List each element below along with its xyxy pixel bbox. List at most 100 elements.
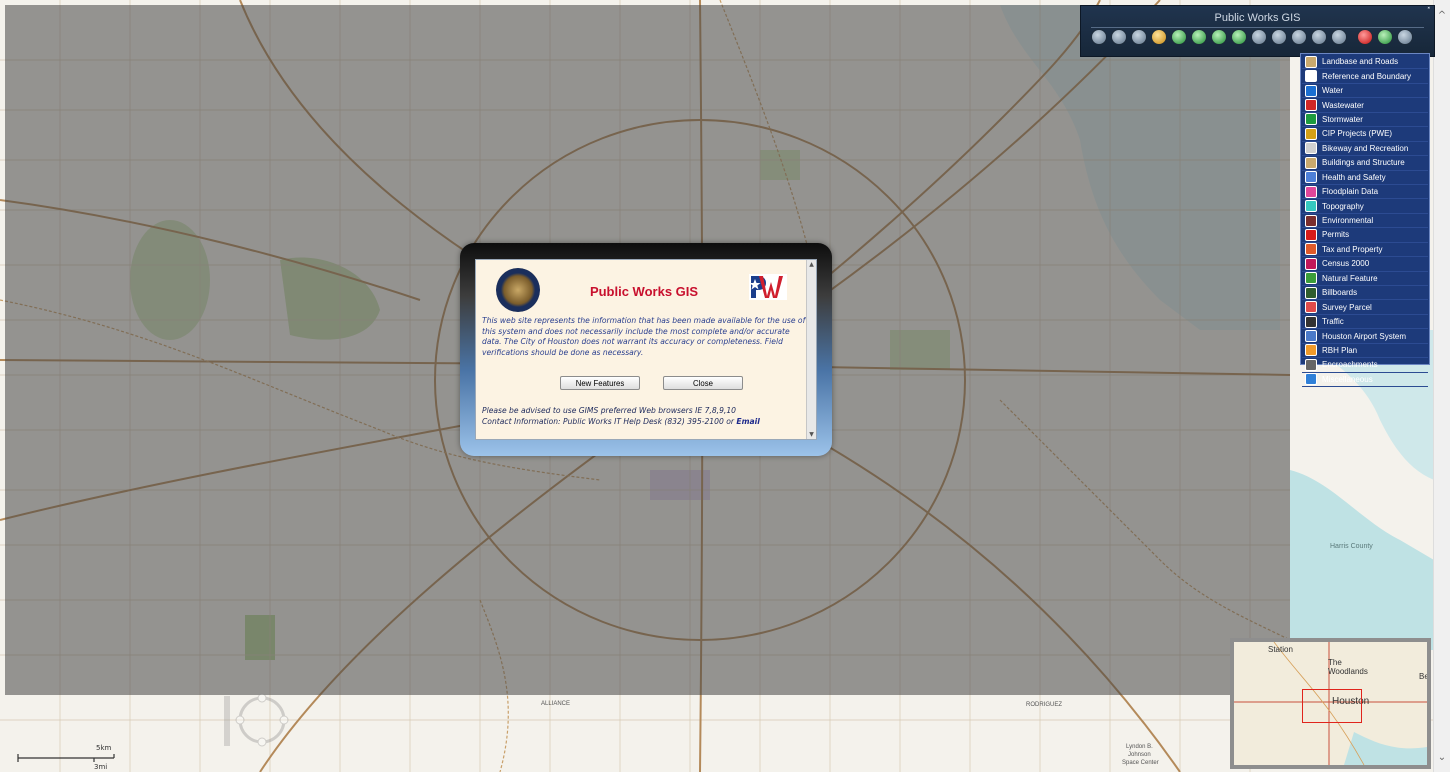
- layer-item[interactable]: Permits: [1302, 228, 1428, 243]
- map-label-alliance: ALLIANCE: [541, 701, 570, 707]
- identify-icon[interactable]: [1271, 29, 1287, 45]
- contact-text: Contact Information: Public Works IT Hel…: [482, 416, 737, 426]
- browser-note: Please be advised to use GIMS preferred …: [482, 406, 808, 427]
- layer-list: Landbase and Roads Reference and Boundary…: [1300, 53, 1430, 388]
- layer-item[interactable]: Tax and Property: [1302, 243, 1428, 258]
- layer-item[interactable]: Natural Feature: [1302, 272, 1428, 286]
- public-works-logo-icon: [749, 274, 787, 300]
- scale-km-label: 5km: [96, 744, 112, 752]
- layer-item[interactable]: Buildings and Structure: [1302, 156, 1428, 171]
- layer-label: Stormwater: [1322, 114, 1363, 124]
- water-drop-icon: [1305, 84, 1317, 97]
- globe-icon[interactable]: [1171, 29, 1187, 45]
- layer-label: Environmental: [1322, 216, 1374, 226]
- dialog-title: Public Works GIS: [589, 284, 699, 299]
- scale-mi-label: 3mi: [94, 763, 108, 771]
- layers-icon[interactable]: [1357, 29, 1373, 45]
- print-icon[interactable]: [1251, 29, 1267, 45]
- layer-label: Tax and Property: [1322, 244, 1383, 254]
- scroll-up-icon[interactable]: ^: [1434, 8, 1450, 24]
- stormwater-drop-icon: [1305, 113, 1317, 126]
- layer-item[interactable]: Miscellaneous: [1302, 373, 1428, 388]
- layer-item[interactable]: Wastewater: [1302, 98, 1428, 113]
- disclaimer-text: This web site represents the information…: [482, 316, 806, 357]
- email-link[interactable]: Email: [736, 417, 759, 426]
- help-icon[interactable]: [1397, 29, 1413, 45]
- layer-item[interactable]: CIP Projects (PWE): [1302, 127, 1428, 142]
- select-icon[interactable]: [1311, 29, 1327, 45]
- wastewater-drop-icon: [1305, 99, 1317, 112]
- layer-item[interactable]: Encroachments: [1302, 358, 1428, 373]
- layer-item[interactable]: Health and Safety: [1302, 171, 1428, 185]
- toolbar-close-icon[interactable]: ˟: [1427, 7, 1432, 17]
- page-scrollbar[interactable]: ^ ⌄: [1433, 0, 1450, 772]
- close-button[interactable]: Close: [663, 376, 743, 390]
- survey-icon: [1305, 301, 1317, 314]
- browser-note-text: Please be advised to use GIMS preferred …: [482, 406, 736, 415]
- next-extent-icon[interactable]: [1211, 29, 1227, 45]
- layer-label: Traffic: [1322, 317, 1344, 327]
- layer-label: Bikeway and Recreation: [1322, 143, 1409, 153]
- layer-label: Floodplain Data: [1322, 187, 1379, 197]
- toolbar-divider: [1091, 27, 1424, 28]
- overview-label-be: Be: [1419, 672, 1429, 681]
- layer-label: Health and Safety: [1322, 172, 1386, 182]
- dialog-scroll-down-icon[interactable]: ▼: [807, 431, 816, 438]
- roads-icon: [1305, 55, 1317, 68]
- layer-item[interactable]: Stormwater: [1302, 113, 1428, 128]
- layer-label: Census 2000: [1322, 259, 1370, 269]
- full-extent-icon[interactable]: [1231, 29, 1247, 45]
- tax-icon: [1305, 243, 1317, 256]
- overview-label-station: Station: [1268, 645, 1293, 654]
- billboard-icon: [1305, 286, 1317, 299]
- pan-icon[interactable]: [1151, 29, 1167, 45]
- layer-label: Buildings and Structure: [1322, 158, 1405, 168]
- layer-label: Landbase and Roads: [1322, 57, 1399, 67]
- previous-extent-icon[interactable]: [1191, 29, 1207, 45]
- dialog-scroll-up-icon[interactable]: ▲: [807, 261, 816, 268]
- zoom-out-icon[interactable]: [1131, 29, 1147, 45]
- layer-item[interactable]: Census 2000: [1302, 257, 1428, 272]
- traffic-light-icon: [1305, 315, 1317, 328]
- topography-icon: [1305, 200, 1317, 213]
- layer-item[interactable]: Environmental: [1302, 214, 1428, 229]
- layer-label: Wastewater: [1322, 100, 1364, 110]
- layer-item[interactable]: RBH Plan: [1302, 344, 1428, 359]
- toolbar-icons: [1091, 29, 1413, 45]
- layer-label: Reference and Boundary: [1322, 71, 1411, 81]
- layer-label: CIP Projects (PWE): [1322, 129, 1393, 139]
- overview-map[interactable]: Station The Woodlands Houston Be: [1230, 638, 1431, 769]
- layer-item[interactable]: Topography: [1302, 199, 1428, 214]
- layer-item[interactable]: Traffic: [1302, 315, 1428, 330]
- new-features-button[interactable]: New Features: [560, 376, 640, 390]
- clear-icon[interactable]: [1331, 29, 1347, 45]
- layer-label: Permits: [1322, 230, 1350, 240]
- boundary-icon: [1305, 70, 1317, 83]
- dialog-scrollbar[interactable]: ▲ ▼: [806, 260, 816, 439]
- measure-icon[interactable]: [1291, 29, 1307, 45]
- airplane-icon: [1305, 330, 1317, 343]
- layer-label: Natural Feature: [1322, 273, 1378, 283]
- layer-item[interactable]: Billboards: [1302, 286, 1428, 301]
- basemap-icon[interactable]: [1377, 29, 1393, 45]
- layer-item[interactable]: Landbase and Roads: [1302, 55, 1428, 70]
- layer-item[interactable]: Floodplain Data: [1302, 185, 1428, 200]
- overview-label-woodlands: Woodlands: [1328, 667, 1368, 676]
- map-label-space-center: Space Center: [1122, 760, 1159, 766]
- permits-icon: [1305, 228, 1317, 241]
- grid-icon[interactable]: [1091, 29, 1107, 45]
- layer-item[interactable]: Survey Parcel: [1302, 300, 1428, 315]
- layer-item[interactable]: Bikeway and Recreation: [1302, 142, 1428, 157]
- scroll-down-icon[interactable]: ⌄: [1434, 750, 1450, 766]
- environmental-icon: [1305, 214, 1317, 227]
- tree-icon: [1305, 272, 1317, 285]
- zoom-in-icon[interactable]: [1111, 29, 1127, 45]
- map-pan-control[interactable]: [222, 690, 294, 752]
- city-seal-icon: [496, 268, 540, 312]
- scale-bar: 5km 3mi: [16, 744, 126, 771]
- overview-extent-box[interactable]: [1302, 689, 1362, 723]
- layer-item[interactable]: Reference and Boundary: [1302, 69, 1428, 84]
- cip-icon: [1305, 127, 1317, 140]
- layer-item[interactable]: Water: [1302, 84, 1428, 99]
- layer-item[interactable]: Houston Airport System: [1302, 329, 1428, 344]
